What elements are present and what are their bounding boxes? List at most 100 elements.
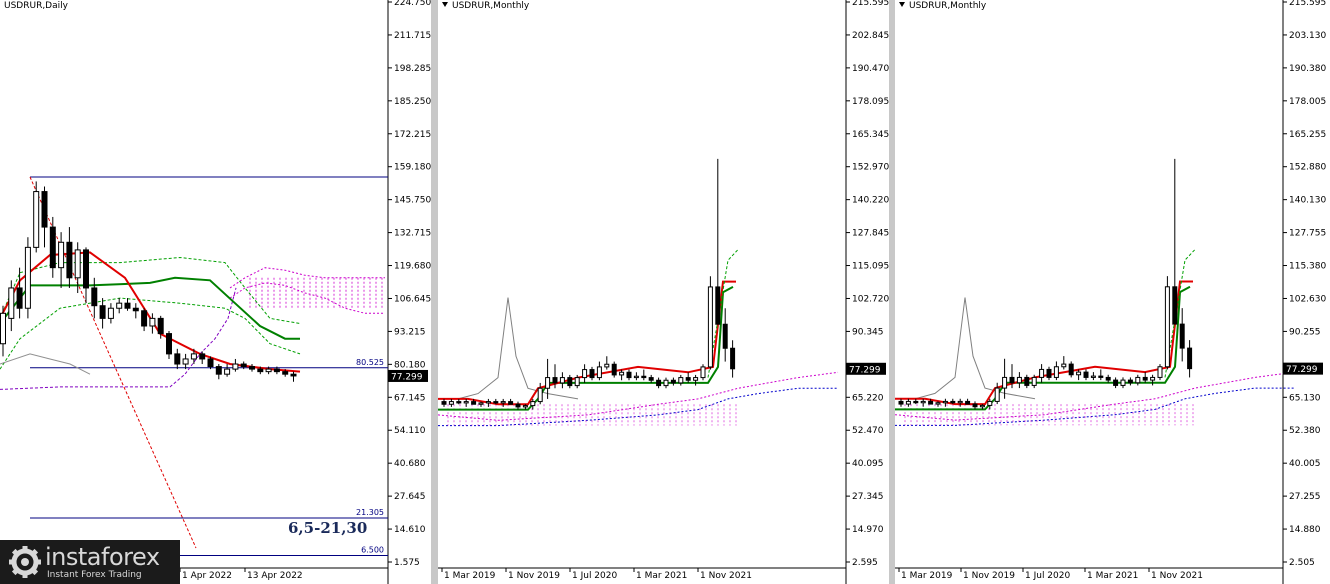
candle-body — [1009, 376, 1015, 384]
candle-body — [1105, 376, 1111, 381]
candle-body — [965, 400, 971, 405]
candle-body — [215, 366, 222, 375]
time-tick-label: 1 Mar 2021 — [1087, 571, 1138, 581]
price-tick-label: 215.595 — [852, 0, 889, 8]
candle-body — [700, 366, 706, 379]
candle-body — [611, 363, 617, 376]
time-tick-label: 1 Nov 2019 — [963, 571, 1015, 581]
candle-body — [33, 191, 40, 248]
candle-body — [182, 358, 189, 365]
price-tick-label: 52.470 — [852, 426, 884, 436]
monthly-chart-panel-2[interactable]: 215.595 203.130 190.380 178.005 165.255 152.8… — [895, 0, 1330, 584]
candle-body — [1127, 379, 1133, 384]
price-tick-label: 127.755 — [1289, 229, 1326, 239]
time-tick-label: 1 Mar 2021 — [636, 571, 687, 581]
candle-body — [141, 310, 148, 327]
price-tick-label: 2.505 — [1289, 558, 1315, 568]
tenkan-sen-line — [0, 251, 301, 373]
price-tick-label: 178.005 — [1289, 97, 1326, 107]
daily-chart-panel[interactable]: 224.750 211.715 198.285 185.250 172.215 159.1… — [0, 0, 431, 584]
time-tick-label: 1 Jul 2020 — [1025, 571, 1070, 581]
panel-separator[interactable] — [431, 0, 438, 584]
candle-body — [265, 368, 272, 373]
kijun-sen-line — [0, 276, 300, 340]
price-tick-label: 172.215 — [394, 130, 431, 140]
candle-body — [957, 400, 963, 404]
candle-body — [24, 246, 31, 309]
price-tick-label: 27.345 — [852, 492, 884, 502]
dropdown-arrow-icon[interactable] — [442, 2, 448, 7]
candle-body — [157, 317, 164, 335]
candle-body — [678, 377, 684, 384]
price-tick-label: 203.130 — [1289, 31, 1326, 41]
candle-body — [715, 286, 721, 325]
candle-body — [1179, 323, 1185, 349]
candle-body — [49, 226, 56, 269]
daily-chart-svg: 224.750 211.715 198.285 185.250 172.215 159.1… — [0, 0, 431, 584]
price-tick-label: 102.720 — [852, 294, 889, 304]
candle-body — [693, 377, 699, 381]
indicator-gray-line — [0, 353, 91, 375]
candle-body — [987, 400, 993, 406]
price-tick-label: 211.715 — [394, 31, 431, 41]
candle-body — [619, 371, 625, 376]
candle-body — [1046, 368, 1052, 378]
current-price-label: 77.299 — [391, 372, 423, 382]
price-tick-label: 27.645 — [394, 492, 426, 502]
candle-body — [582, 369, 588, 379]
candle-body — [8, 287, 15, 319]
time-tick-label: 1 Mar 2019 — [444, 571, 496, 581]
candle-body — [257, 368, 264, 373]
candle-body — [722, 323, 728, 349]
price-tick-label: 127.845 — [852, 229, 889, 239]
monthly-chart-panel[interactable]: 215.595 202.845 190.470 178.095 165.345 152.9… — [438, 0, 889, 584]
price-tick-label: 102.630 — [1289, 294, 1326, 304]
price-tick-label: 54.110 — [394, 426, 426, 436]
candle-body — [537, 387, 543, 403]
level-label: 6.500 — [361, 546, 384, 555]
candle-body — [559, 377, 565, 384]
price-tick-label: 2.595 — [852, 558, 878, 568]
price-tick-label: 14.970 — [852, 525, 884, 535]
price-tick-label: 159.180 — [394, 163, 431, 173]
candle-body — [596, 366, 602, 379]
candle-body — [979, 404, 985, 408]
candle-body — [663, 379, 669, 387]
level-label: 80.525 — [356, 358, 384, 367]
price-tick-label: 40.680 — [394, 459, 426, 469]
candle-body — [190, 353, 197, 360]
candle-body — [16, 287, 23, 309]
price-tick-label: 40.005 — [1289, 459, 1321, 469]
logo-tagline: Instant Forex Trading — [47, 570, 142, 580]
time-tick-label: 1 Nov 2021 — [700, 571, 752, 581]
candle-body — [232, 363, 239, 370]
candle-body — [633, 375, 639, 379]
price-tick-label: 165.255 — [1289, 130, 1326, 140]
dropdown-arrow-icon[interactable] — [899, 2, 905, 7]
candle-body — [522, 405, 528, 408]
candle-body — [74, 249, 81, 279]
monthly-chart-title-2: USDRUR,Monthly — [899, 1, 986, 11]
candle-body — [0, 312, 6, 345]
candle-body — [1113, 379, 1119, 386]
candle-body — [174, 353, 181, 365]
candle-body — [972, 403, 978, 408]
daily-chart-title: USDRUR,Daily — [4, 1, 68, 11]
candle-body — [707, 286, 713, 368]
candle-body — [1076, 371, 1082, 376]
candle-body — [515, 403, 521, 408]
price-tick-label: 152.970 — [852, 163, 889, 173]
time-tick-label: 1 Nov 2021 — [1151, 571, 1203, 581]
kijun-sen-line — [438, 286, 734, 411]
candle-body — [66, 241, 73, 279]
candle-body — [493, 401, 499, 404]
candle-body — [1164, 286, 1170, 368]
ichimoku-cloud-upper — [438, 371, 839, 421]
time-tick-label: 13 Apr 2022 — [247, 571, 303, 581]
price-tick-label: 40.095 — [852, 459, 884, 469]
candle-body — [567, 377, 573, 387]
candle-body — [448, 401, 454, 405]
candle-body — [1002, 376, 1008, 389]
candle-body — [441, 401, 447, 405]
candle-body — [249, 366, 255, 370]
